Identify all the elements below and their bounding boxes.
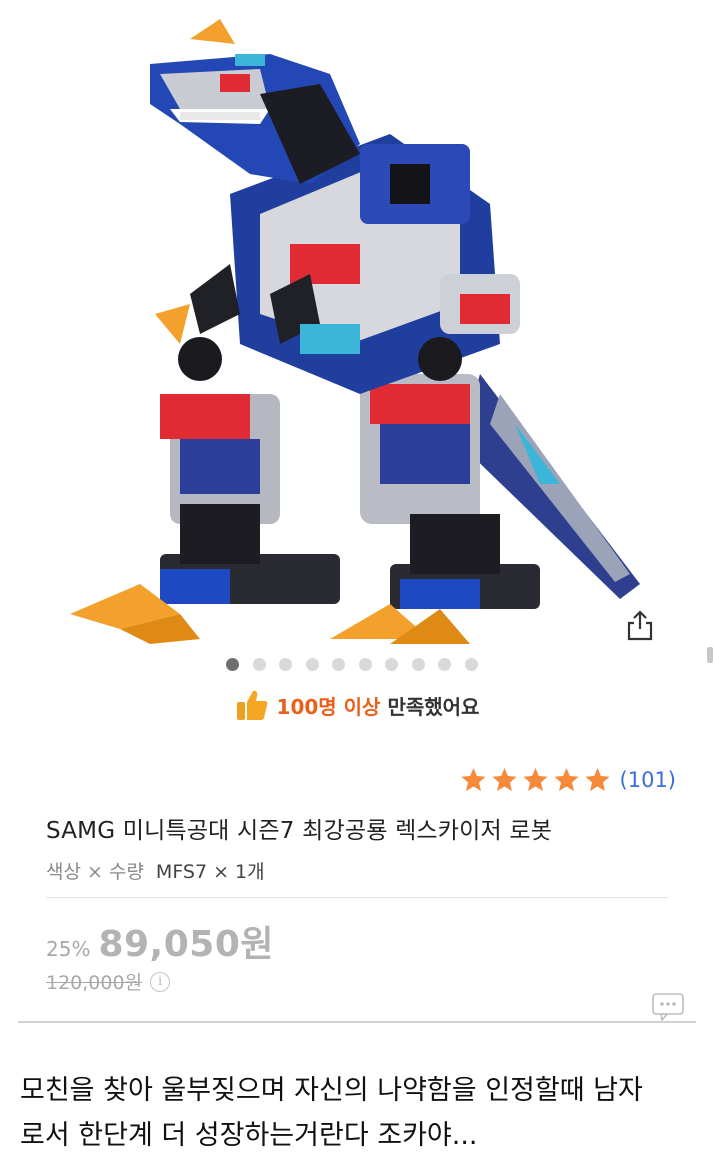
sale-price: 89,050원: [98, 924, 274, 965]
review-count-link[interactable]: (101): [620, 768, 676, 792]
price-row: 25% 89,050원: [46, 915, 274, 967]
product-page: 100명 이상 만족했어요 (101) SAMG 미니특공대 시즌7 최강공룡 …: [0, 0, 714, 1171]
info-icon[interactable]: i: [150, 971, 171, 992]
thumbs-up-icon: [236, 690, 267, 720]
original-price-row: 120,000원 i: [46, 968, 171, 995]
carousel-dot[interactable]: [464, 658, 478, 671]
discount-rate: 25%: [46, 937, 91, 961]
scrollbar-thumb[interactable]: [707, 647, 713, 663]
product-image-carousel[interactable]: [0, 0, 714, 663]
satisfaction-banner: 100명 이상 만족했어요: [0, 688, 714, 722]
option-label: 색상 × 수량: [46, 861, 144, 883]
carousel-dot[interactable]: [385, 658, 398, 671]
carousel-dot[interactable]: [411, 658, 425, 671]
satisfaction-count: 100명 이상: [276, 694, 381, 719]
product-option: 색상 × 수량 MFS7 × 1개: [46, 857, 265, 884]
rating[interactable]: (101): [459, 766, 676, 794]
post-caption: 모친을 찾아 울부짖으며 자신의 나약함을 인정할때 남자 로서 한단계 더 성…: [20, 1068, 700, 1158]
option-value: MFS7 × 1개: [155, 861, 265, 883]
original-price: 120,000원: [46, 972, 143, 994]
carousel-indicator[interactable]: [226, 658, 478, 671]
carousel-dot[interactable]: [279, 658, 292, 671]
caption-line-1: 모친을 찾아 울부짖으며 자신의 나약함을 인정할때 남자: [20, 1075, 643, 1106]
carousel-dot[interactable]: [252, 658, 266, 671]
star-icon: [523, 768, 548, 791]
star-icon: [554, 768, 579, 791]
carousel-dot[interactable]: [305, 658, 319, 671]
carousel-dot[interactable]: [438, 658, 451, 671]
chat-bubble-icon[interactable]: [651, 992, 685, 1022]
product-image: [70, 19, 640, 644]
product-title: SAMG 미니특공대 시즌7 최강공룡 렉스카이저 로봇: [46, 818, 553, 844]
star-icon: [585, 768, 610, 791]
divider: [46, 897, 668, 898]
section-divider: [18, 1021, 696, 1023]
star-icon: [492, 768, 517, 791]
carousel-dot[interactable]: [332, 658, 345, 671]
share-icon: [627, 610, 653, 641]
rating-stars: [459, 766, 612, 794]
carousel-dot[interactable]: [358, 658, 372, 671]
carousel-dot[interactable]: [226, 658, 239, 671]
share-button[interactable]: [618, 603, 662, 647]
caption-line-2: 로서 한단계 더 성장하는거란다 조카야...: [20, 1120, 478, 1151]
satisfaction-text: 만족했어요: [387, 694, 480, 719]
star-icon: [461, 768, 486, 791]
